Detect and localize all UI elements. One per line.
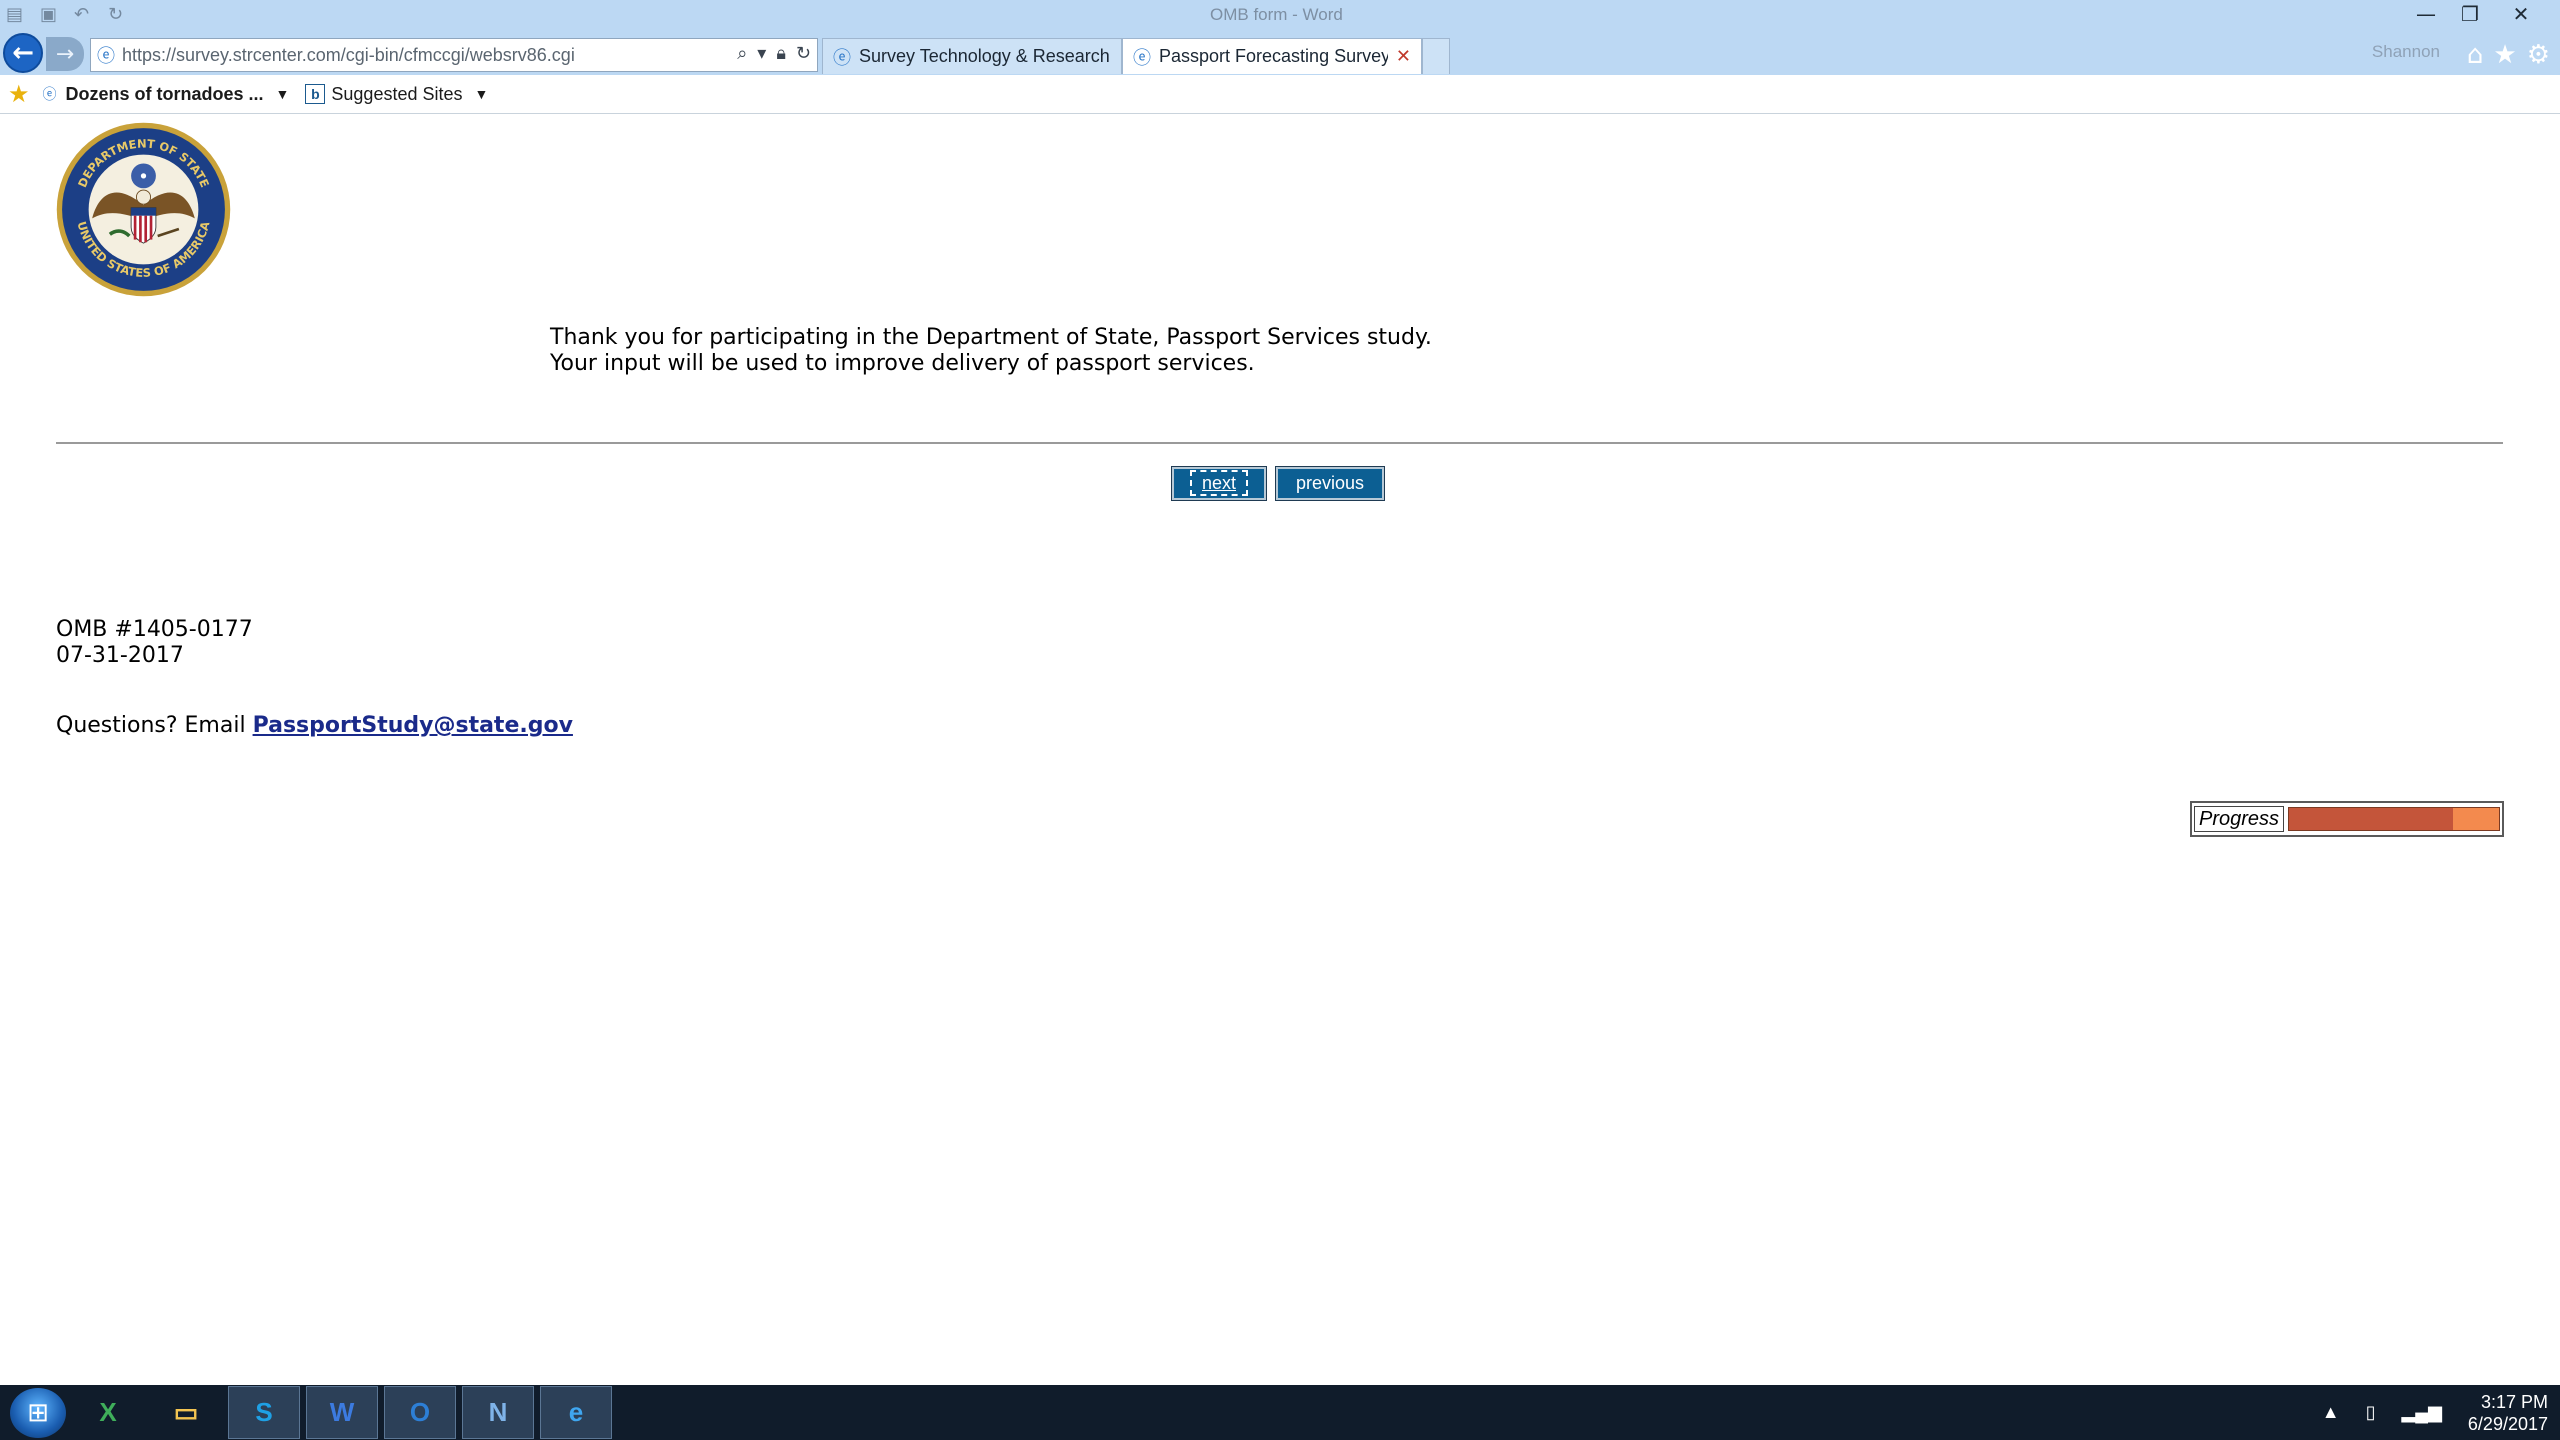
browser-toolbar-icons: ⌂ ★ ⚙	[2467, 40, 2550, 70]
tab-strip: ⓔ Survey Technology & Research ... ⓔ Pas…	[822, 38, 1450, 74]
next-button[interactable]: next	[1171, 466, 1267, 501]
excel-icon[interactable]: X	[72, 1386, 144, 1439]
quick-access-toolbar: ▤ ▣ ↶ ↻	[6, 2, 128, 28]
windows-taskbar: ⊞ X ▭ S W O N e ▲ ▯ ▂▄▆ 3:17 PM 6/29/201…	[0, 1385, 2560, 1440]
tab-survey-technology[interactable]: ⓔ Survey Technology & Research ...	[822, 38, 1122, 74]
skype-icon[interactable]: S	[228, 1386, 300, 1439]
favorites-add-icon[interactable]: ★	[8, 80, 30, 109]
refresh-icon[interactable]: ↻	[796, 43, 811, 64]
ie-page-icon: ⓔ	[42, 86, 57, 102]
favorite-dozens-of-tornadoes[interactable]: ⓔ Dozens of tornadoes ... ▼	[40, 84, 290, 105]
browser-titlebar: ▤ ▣ ↶ ↻ OMB form - Word — ❐ ✕ ← → ⓔ http…	[0, 0, 2560, 75]
address-bar[interactable]: ⓔ https://survey.strcenter.com/cgi-bin/c…	[90, 38, 818, 72]
progress-label: Progress	[2194, 806, 2285, 832]
search-icon[interactable]: ⌕	[737, 43, 747, 64]
contact-email-link[interactable]: PassportStudy@state.gov	[253, 713, 573, 738]
thank-you-line-2: Your input will be used to improve deliv…	[550, 351, 1255, 376]
omb-date: 07-31-2017	[56, 643, 184, 668]
background-window-title: OMB form - Word	[1210, 5, 1343, 24]
restore-icon[interactable]: ❐	[2448, 0, 2492, 28]
close-tab-icon[interactable]: ✕	[1396, 46, 1411, 67]
questions-contact: Questions? Email PassportStudy@state.gov	[56, 713, 573, 738]
forward-button[interactable]: →	[46, 37, 84, 71]
show-hidden-icons-icon[interactable]: ▲	[2322, 1402, 2340, 1423]
favorite-suggested-sites[interactable]: b Suggested Sites ▼	[305, 84, 488, 105]
outlook-icon[interactable]: O	[384, 1386, 456, 1439]
home-icon[interactable]: ⌂	[2467, 40, 2484, 70]
gear-icon[interactable]: ⚙	[2527, 40, 2550, 70]
save-icon[interactable]: ▤	[6, 5, 26, 25]
department-of-state-seal-icon: DEPARTMENT OF STATE UNITED STATES OF AME…	[56, 122, 231, 297]
favorite-label: Dozens of tornadoes ...	[65, 83, 264, 104]
app-n-icon[interactable]: N	[462, 1386, 534, 1439]
windows-logo-icon: ⊞	[27, 1397, 49, 1428]
lock-icon[interactable]: 🔒︎	[776, 43, 786, 64]
tab-label: Survey Technology & Research ...	[859, 46, 1111, 66]
ie-page-icon: ⓔ	[97, 46, 115, 67]
internet-explorer-icon[interactable]: e	[540, 1386, 612, 1439]
horizontal-divider	[56, 442, 2503, 444]
minimize-icon[interactable]: —	[2404, 0, 2448, 28]
previous-button[interactable]: previous	[1275, 466, 1385, 501]
favorites-star-icon[interactable]: ★	[2493, 40, 2516, 70]
page-content: DEPARTMENT OF STATE UNITED STATES OF AME…	[0, 115, 2560, 1385]
ie-page-icon: ⓔ	[833, 47, 851, 68]
window-controls: — ❐ ✕	[2404, 0, 2550, 28]
next-button-label: next	[1190, 470, 1249, 496]
omb-info: OMB #1405-0177 07-31-2017	[56, 617, 253, 669]
undo-icon[interactable]: ↶	[74, 5, 94, 25]
clock-date: 6/29/2017	[2467, 1413, 2548, 1434]
thank-you-message: Thank you for participating in the Depar…	[550, 325, 1432, 377]
background-user-name: Shannon	[2371, 42, 2440, 61]
progress-indicator: Progress	[2190, 801, 2504, 837]
progress-track	[2288, 807, 2500, 831]
new-tab-button[interactable]	[1422, 38, 1450, 74]
ie-page-icon: ⓔ	[1133, 47, 1151, 68]
floppy-icon[interactable]: ▣	[40, 5, 60, 25]
thank-you-line-1: Thank you for participating in the Depar…	[550, 325, 1432, 350]
dropdown-icon[interactable]: ▾	[757, 43, 766, 64]
tab-passport-forecasting[interactable]: ⓔ Passport Forecasting Survey ✕	[1122, 38, 1422, 74]
tab-label: Passport Forecasting Survey	[1159, 46, 1388, 66]
arrow-left-icon: ←	[12, 38, 34, 68]
system-clock[interactable]: 3:17 PM 6/29/2017	[2468, 1391, 2548, 1435]
omb-number: OMB #1405-0177	[56, 617, 253, 642]
redo-icon[interactable]: ↻	[108, 5, 128, 25]
favorites-bar: ★ ⓔ Dozens of tornadoes ... ▼ b Suggeste…	[0, 75, 2560, 114]
system-tray: ▲ ▯ ▂▄▆ 3:17 PM 6/29/2017	[2322, 1385, 2548, 1440]
network-signal-icon[interactable]: ▂▄▆	[2401, 1402, 2441, 1423]
favorite-label: Suggested Sites	[331, 83, 463, 104]
arrow-right-icon: →	[55, 41, 75, 67]
questions-prefix: Questions? Email	[56, 713, 253, 738]
close-window-icon[interactable]: ✕	[2492, 0, 2550, 28]
caret-down-icon[interactable]: ▼	[276, 86, 290, 102]
address-url[interactable]: https://survey.strcenter.com/cgi-bin/cfm…	[122, 45, 702, 66]
device-icon[interactable]: ▯	[2366, 1402, 2376, 1423]
progress-fill	[2289, 808, 2453, 830]
bing-icon: b	[305, 84, 326, 104]
start-button[interactable]: ⊞	[10, 1387, 66, 1438]
clock-time: 3:17 PM	[2480, 1391, 2548, 1412]
word-icon[interactable]: W	[306, 1386, 378, 1439]
caret-down-icon[interactable]: ▼	[475, 86, 489, 102]
survey-navigation: next previous	[1171, 466, 1385, 501]
file-explorer-icon[interactable]: ▭	[150, 1386, 222, 1439]
address-tools: ⌕ ▾ 🔒︎ ↻	[737, 43, 811, 64]
back-button[interactable]: ←	[3, 33, 43, 73]
